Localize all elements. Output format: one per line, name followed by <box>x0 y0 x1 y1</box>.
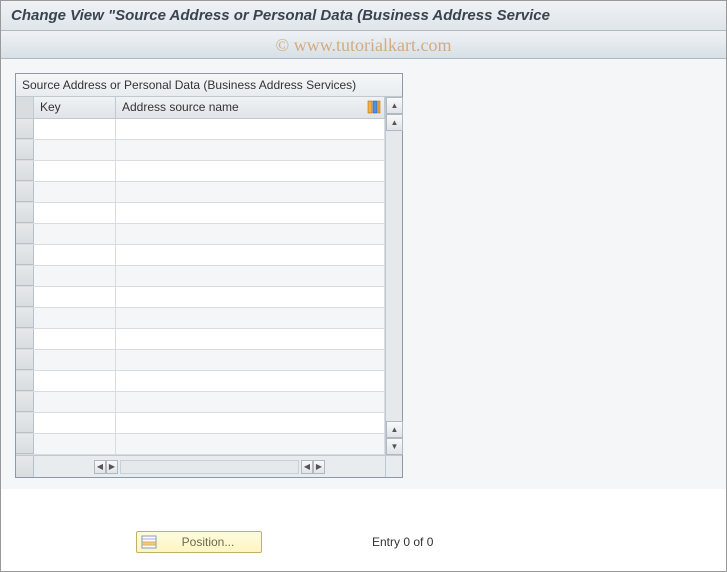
cell-key[interactable] <box>34 392 116 412</box>
row-selector[interactable] <box>16 371 34 391</box>
cell-key[interactable] <box>34 203 116 223</box>
row-selector[interactable] <box>16 434 34 454</box>
cell-name[interactable] <box>116 308 385 328</box>
cell-name[interactable] <box>116 329 385 349</box>
table-row[interactable] <box>16 224 385 245</box>
scroll-right-button-2[interactable]: ▶ <box>313 460 325 474</box>
row-selector[interactable] <box>16 245 34 265</box>
position-icon <box>141 534 157 550</box>
select-all-header[interactable] <box>16 97 34 118</box>
scroll-track[interactable] <box>386 131 402 421</box>
row-selector[interactable] <box>16 329 34 349</box>
cell-name[interactable] <box>116 266 385 286</box>
row-selector[interactable] <box>16 308 34 328</box>
table-row[interactable] <box>16 245 385 266</box>
content-area: Source Address or Personal Data (Busines… <box>1 59 726 489</box>
table-row[interactable] <box>16 434 385 455</box>
cell-key[interactable] <box>34 224 116 244</box>
entry-counter: Entry 0 of 0 <box>372 535 433 549</box>
table-row[interactable] <box>16 350 385 371</box>
title-bar: Change View "Source Address or Personal … <box>1 1 726 31</box>
row-selector[interactable] <box>16 161 34 181</box>
table-row[interactable] <box>16 371 385 392</box>
table-row[interactable] <box>16 287 385 308</box>
table-row[interactable] <box>16 308 385 329</box>
table-caption: Source Address or Personal Data (Busines… <box>16 74 402 97</box>
row-selector[interactable] <box>16 287 34 307</box>
cell-key[interactable] <box>34 119 116 139</box>
cell-key[interactable] <box>34 329 116 349</box>
cell-name[interactable] <box>116 371 385 391</box>
table-row[interactable] <box>16 329 385 350</box>
position-button-label: Position... <box>163 535 253 549</box>
cell-name[interactable] <box>116 224 385 244</box>
scroll-right-button[interactable]: ▶ <box>106 460 118 474</box>
column-header-name[interactable]: Address source name <box>116 97 385 118</box>
table-row[interactable] <box>16 203 385 224</box>
cell-name[interactable] <box>116 161 385 181</box>
table-header-row: Key Address source name <box>16 97 385 119</box>
data-table: Source Address or Personal Data (Busines… <box>15 73 403 478</box>
table-row[interactable] <box>16 413 385 434</box>
cell-key[interactable] <box>34 413 116 433</box>
cell-key[interactable] <box>34 350 116 370</box>
scroll-down-button-2[interactable]: ▲ <box>386 421 403 438</box>
cell-key[interactable] <box>34 161 116 181</box>
row-selector[interactable] <box>16 392 34 412</box>
row-selector[interactable] <box>16 224 34 244</box>
table-row[interactable] <box>16 182 385 203</box>
row-selector[interactable] <box>16 350 34 370</box>
table-row[interactable] <box>16 140 385 161</box>
scroll-up-button-2[interactable]: ▲ <box>386 114 403 131</box>
row-selector[interactable] <box>16 413 34 433</box>
cell-name[interactable] <box>116 392 385 412</box>
cell-name[interactable] <box>116 350 385 370</box>
hscroll-track[interactable] <box>120 460 299 474</box>
cell-key[interactable] <box>34 140 116 160</box>
horizontal-scrollbar[interactable]: ◀ ▶ ◀ ▶ <box>34 456 385 477</box>
row-selector[interactable] <box>16 119 34 139</box>
cell-name[interactable] <box>116 140 385 160</box>
page-title: Change View "Source Address or Personal … <box>11 7 550 24</box>
table-settings-icon[interactable] <box>366 99 382 115</box>
cell-key[interactable] <box>34 287 116 307</box>
row-selector[interactable] <box>16 182 34 202</box>
table-row[interactable] <box>16 266 385 287</box>
scroll-down-button[interactable]: ▼ <box>386 438 403 455</box>
table-row[interactable] <box>16 119 385 140</box>
scroll-corner <box>385 456 402 477</box>
cell-name[interactable] <box>116 413 385 433</box>
status-bar: Position... Entry 0 of 0 <box>1 531 726 553</box>
scroll-left-button-2[interactable]: ◀ <box>301 460 313 474</box>
toolbar <box>1 31 726 59</box>
cell-name[interactable] <box>116 203 385 223</box>
cell-key[interactable] <box>34 434 116 454</box>
row-selector[interactable] <box>16 140 34 160</box>
cell-name[interactable] <box>116 182 385 202</box>
cell-key[interactable] <box>34 182 116 202</box>
cell-key[interactable] <box>34 371 116 391</box>
row-selector[interactable] <box>16 266 34 286</box>
cell-name[interactable] <box>116 434 385 454</box>
cell-name[interactable] <box>116 287 385 307</box>
table-row[interactable] <box>16 161 385 182</box>
scroll-left-button[interactable]: ◀ <box>94 460 106 474</box>
cell-name[interactable] <box>116 119 385 139</box>
table-row[interactable] <box>16 392 385 413</box>
scroll-up-button[interactable]: ▲ <box>386 97 403 114</box>
cell-key[interactable] <box>34 266 116 286</box>
position-button[interactable]: Position... <box>136 531 262 553</box>
cell-name[interactable] <box>116 245 385 265</box>
vertical-scrollbar[interactable]: ▲ ▲ ▲ ▼ <box>385 97 402 455</box>
column-header-key[interactable]: Key <box>34 97 116 118</box>
row-selector[interactable] <box>16 203 34 223</box>
cell-key[interactable] <box>34 245 116 265</box>
footer-selector <box>16 456 34 477</box>
cell-key[interactable] <box>34 308 116 328</box>
